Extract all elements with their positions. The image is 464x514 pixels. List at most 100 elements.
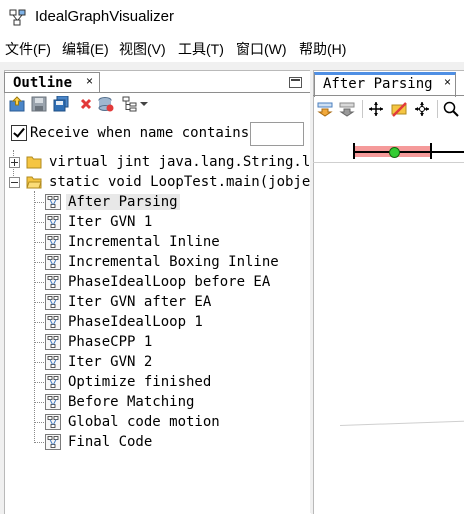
graph-icon xyxy=(45,254,61,270)
prev-diagram-icon[interactable] xyxy=(339,101,355,117)
slider-start-tick[interactable] xyxy=(353,143,355,159)
menu-help[interactable]: 帮助(H) xyxy=(299,39,346,59)
receive-checkbox[interactable] xyxy=(11,125,27,141)
outline-tree: virtual jint java.lang.String.len static… xyxy=(4,150,310,450)
graph-icon xyxy=(45,334,61,350)
graph-item[interactable]: Final Code xyxy=(4,432,310,450)
graph-item-label: Optimize finished xyxy=(68,374,212,390)
tree-connector xyxy=(34,382,44,383)
graph-icon xyxy=(45,294,61,310)
tree-group-row[interactable]: static void LoopTest.main(jobject xyxy=(4,172,310,192)
collapse-icon[interactable] xyxy=(9,177,20,188)
menu-bar: 文件(F) 编辑(E) 视图(V) 工具(T) 窗口(W) 帮助(H) xyxy=(0,36,464,62)
title-bar: IdealGraphVisualizer xyxy=(0,0,464,36)
graph-item[interactable]: PhaseIdealLoop before EA xyxy=(4,272,310,292)
graph-item[interactable]: After Parsing xyxy=(4,192,310,212)
graph-icon xyxy=(45,414,61,430)
tree-group-row[interactable]: virtual jint java.lang.String.len xyxy=(4,152,310,172)
save-all-icon[interactable] xyxy=(53,96,69,112)
graph-item[interactable]: Iter GVN after EA xyxy=(4,292,310,312)
tree-connector xyxy=(34,342,44,343)
menu-file[interactable]: 文件(F) xyxy=(5,39,51,59)
graph-item[interactable]: PhaseCPP 1 xyxy=(4,332,310,352)
graph-item-label: PhaseCPP 1 xyxy=(68,334,153,350)
editor-tab-divider xyxy=(313,95,464,96)
tab-after-parsing[interactable]: After Parsing × xyxy=(314,72,456,97)
remove-all-icon[interactable] xyxy=(98,96,114,112)
expand-arrows-icon[interactable] xyxy=(368,101,384,117)
toolbar-gap xyxy=(0,62,464,70)
menu-edit[interactable]: 编辑(E) xyxy=(62,39,109,59)
graph-item[interactable]: Global code motion xyxy=(4,412,310,432)
graph-icon xyxy=(45,434,61,450)
next-diagram-icon[interactable] xyxy=(317,101,333,117)
graph-item-label: Before Matching xyxy=(68,394,195,410)
tree-connector xyxy=(34,422,44,423)
graph-item[interactable]: Iter GVN 1 xyxy=(4,212,310,232)
graph-item[interactable]: Incremental Boxing Inline xyxy=(4,252,310,272)
menu-window[interactable]: 窗口(W) xyxy=(236,39,287,59)
filter-row: Receive when name contains xyxy=(8,122,308,146)
editor-tab-label: After Parsing xyxy=(323,76,433,92)
show-all-icon[interactable] xyxy=(414,101,430,117)
graph-item-label: Final Code xyxy=(68,434,153,450)
tab-outline[interactable]: Outline × xyxy=(4,72,100,93)
expand-icon[interactable] xyxy=(9,157,20,168)
toolbar-separator xyxy=(437,100,438,118)
app-graph-icon xyxy=(9,9,26,26)
graph-item-label: Incremental Inline xyxy=(68,234,220,250)
tree-connector xyxy=(34,222,44,223)
tree-group-label: virtual jint java.lang.String.len xyxy=(49,154,310,170)
tree-connector xyxy=(34,402,44,403)
chevron-down-icon[interactable] xyxy=(140,102,148,106)
graph-icon xyxy=(45,194,61,210)
receive-label: Receive when name contains xyxy=(30,125,250,141)
graph-item-label: Global code motion xyxy=(68,414,220,430)
import-icon[interactable] xyxy=(9,96,25,112)
graph-item-label: PhaseIdealLoop 1 xyxy=(68,314,203,330)
graph-item[interactable]: Iter GVN 2 xyxy=(4,352,310,372)
remove-icon[interactable] xyxy=(78,96,94,112)
graph-icon xyxy=(45,214,61,230)
editor-tab-close-icon[interactable]: × xyxy=(444,75,451,89)
hide-nodes-icon[interactable] xyxy=(391,101,407,117)
menu-view[interactable]: 视图(V) xyxy=(119,39,166,59)
tree-connector xyxy=(34,202,44,203)
graph-icon xyxy=(45,314,61,330)
save-icon[interactable] xyxy=(31,96,47,112)
graph-item[interactable]: Optimize finished xyxy=(4,372,310,392)
outline-tab-label: Outline xyxy=(13,75,73,91)
tree-connector xyxy=(34,282,44,283)
zoom-icon[interactable] xyxy=(443,101,459,117)
graph-item[interactable]: Incremental Inline xyxy=(4,232,310,252)
graph-item[interactable]: Before Matching xyxy=(4,392,310,412)
editor-toolbar xyxy=(313,98,464,122)
graph-item[interactable]: PhaseIdealLoop 1 xyxy=(4,312,310,332)
tree-connector xyxy=(34,302,44,303)
slider-line xyxy=(353,151,464,153)
slider-end-tick[interactable] xyxy=(430,143,432,159)
graph-item-label: PhaseIdealLoop before EA xyxy=(68,274,271,290)
tree-connector xyxy=(34,322,44,323)
graph-icon xyxy=(45,394,61,410)
toolbar-separator xyxy=(362,100,363,118)
menu-tools[interactable]: 工具(T) xyxy=(178,39,224,59)
graph-item-label: Iter GVN 1 xyxy=(68,214,153,230)
name-filter-input[interactable] xyxy=(250,122,304,146)
tree-connector xyxy=(34,242,44,243)
graph-icon xyxy=(45,234,61,250)
folder-open-icon xyxy=(26,176,42,189)
tree-mode-icon[interactable] xyxy=(122,96,138,112)
tree-connector xyxy=(34,442,44,443)
tree-group-label: static void LoopTest.main(jobject xyxy=(49,174,310,190)
minimize-panel-icon[interactable] xyxy=(289,77,302,88)
slider-knob[interactable] xyxy=(389,147,400,158)
tree-connector xyxy=(34,262,44,263)
outline-tab-divider xyxy=(4,92,310,93)
folder-icon xyxy=(26,156,42,169)
outline-toolbar xyxy=(6,94,306,116)
outline-tab-close-icon[interactable]: × xyxy=(86,74,93,88)
graph-icon xyxy=(45,354,61,370)
graph-item-label: Iter GVN 2 xyxy=(68,354,153,370)
window-title: IdealGraphVisualizer xyxy=(35,8,174,25)
